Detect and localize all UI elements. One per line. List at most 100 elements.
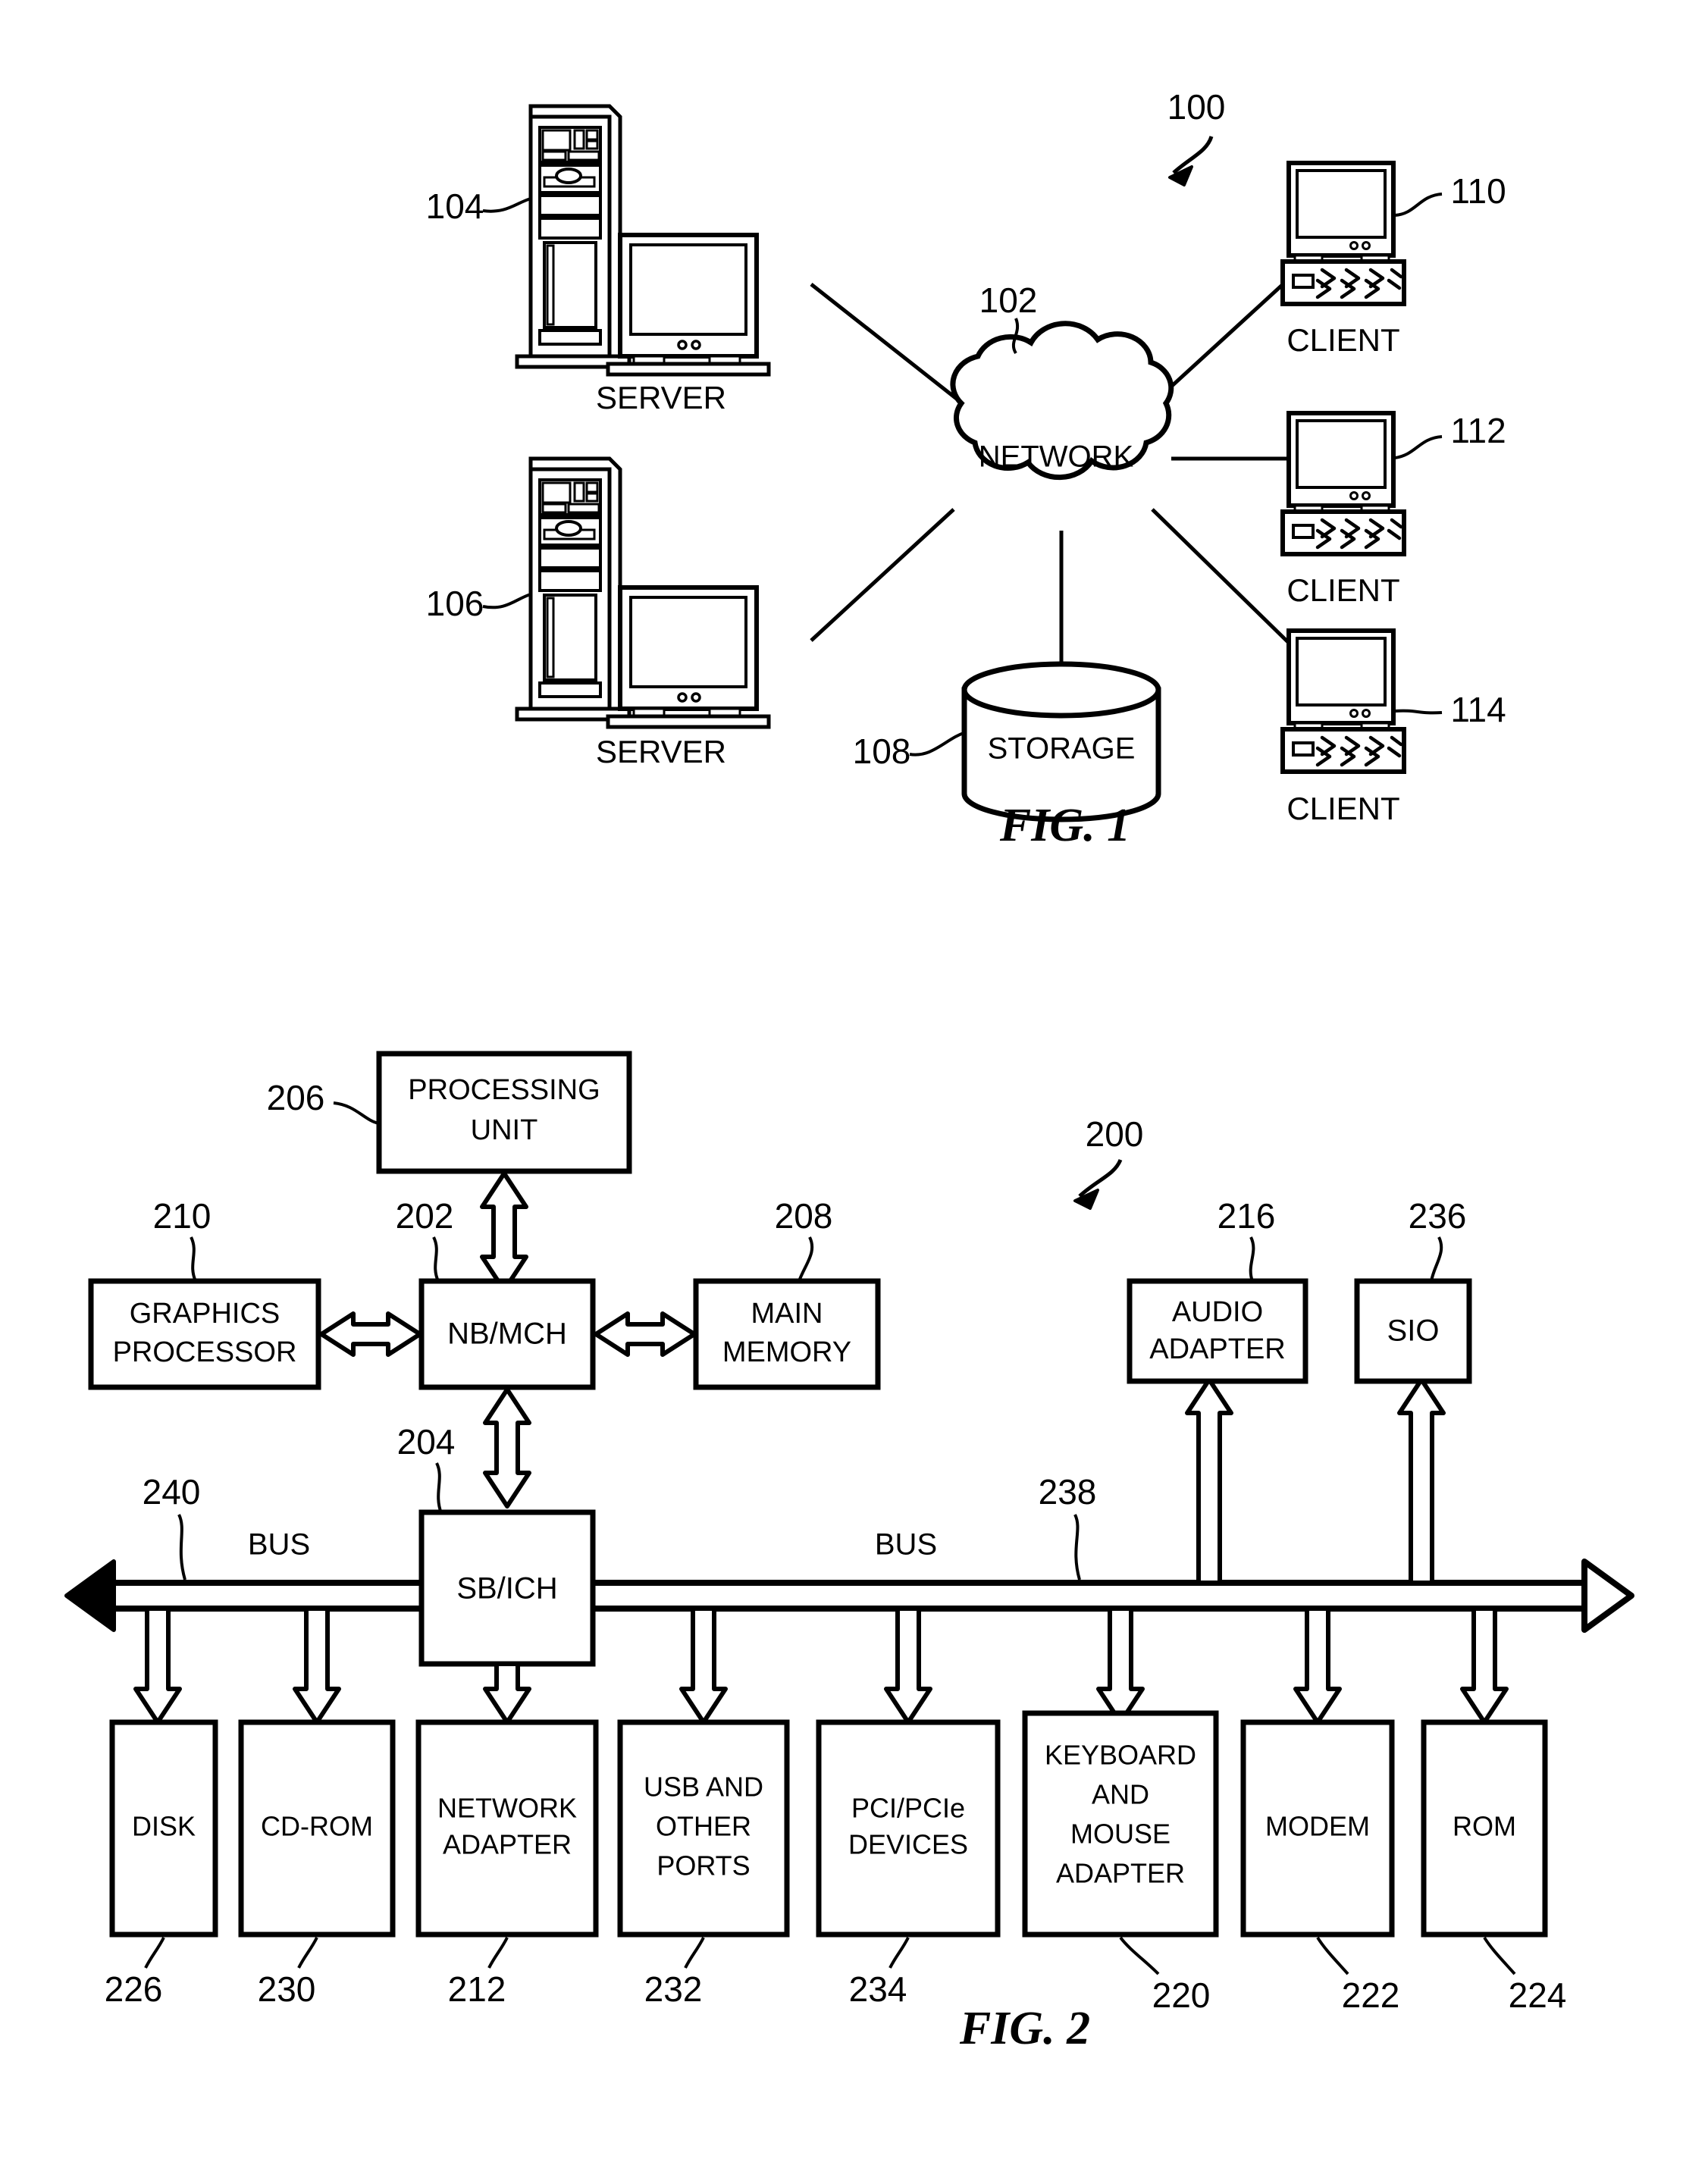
device-ref-network-adapter: 212: [448, 1969, 506, 2009]
storage-label: STORAGE: [988, 732, 1136, 766]
processing-unit-label-line2: UNIT: [471, 1114, 538, 1146]
nb-mch-leader: [432, 1236, 440, 1282]
client-114-leader: [1394, 709, 1443, 715]
figure-1-group: SERVER 104 SERVER 106 NETWORK 102 STORAG…: [426, 87, 1506, 851]
device-label-cdrom: CD-ROM: [261, 1811, 373, 1842]
network-label: NETWORK: [979, 440, 1134, 474]
bus-right-label: BUS: [875, 1528, 937, 1562]
graphics-processor-label-line1: GRAPHICS: [130, 1298, 280, 1330]
device-box-pci-devices: PCI/PCIe DEVICES: [816, 1719, 1001, 1938]
main-memory-ref: 208: [775, 1196, 833, 1236]
network-ref: 102: [979, 280, 1038, 320]
branch-arrow-usb: [679, 1606, 728, 1725]
sio-leader: [1430, 1236, 1443, 1282]
server-106-leader: [482, 593, 531, 609]
graphics-processor-label-line2: PROCESSOR: [113, 1336, 297, 1368]
fig2-system-ref: 200: [1086, 1114, 1144, 1154]
branch-arrow-cdrom: [293, 1606, 341, 1725]
branch-arrow-keyboard: [1096, 1606, 1145, 1725]
client-110-label: CLIENT: [1286, 322, 1399, 358]
storage-ref: 108: [853, 732, 911, 771]
device-label-pci-line1: PCI/PCIe: [851, 1793, 965, 1824]
device-ref-pci: 234: [849, 1969, 907, 2009]
client-112-label: CLIENT: [1286, 572, 1399, 608]
main-memory-label-line2: MEMORY: [722, 1336, 851, 1368]
device-box-cdrom: CD-ROM: [238, 1719, 396, 1938]
device-label-network-adapter-line1: NETWORK: [437, 1793, 577, 1824]
client-110-ref: 110: [1450, 171, 1506, 211]
audio-adapter-box: AUDIO ADAPTER: [1127, 1278, 1308, 1384]
storage-leader: [909, 731, 967, 757]
processing-unit-ref: 206: [267, 1078, 325, 1117]
device-label-keyboard-line1: KEYBOARD: [1045, 1740, 1196, 1771]
arrow-pu-nbmch: [480, 1171, 528, 1292]
network-cloud: NETWORK: [950, 321, 1174, 481]
bus-line: [64, 1559, 1634, 1633]
device-label-pci-line2: DEVICES: [848, 1829, 968, 1860]
server-104-leader: [482, 197, 531, 213]
audio-adapter-label-line2: ADAPTER: [1149, 1333, 1285, 1365]
figure-canvas: SERVER 104 SERVER 106 NETWORK 102 STORAG…: [64, 87, 1634, 2054]
device-label-usb-line2: OTHER: [656, 1811, 751, 1842]
fig1-system-ref-arrow: [1168, 136, 1214, 186]
audio-adapter-label-line1: AUDIO: [1172, 1296, 1263, 1328]
link-network-client110: [1153, 277, 1290, 403]
device-label-rom: ROM: [1453, 1811, 1516, 1842]
figure-2-group: PROCESSING UNIT 206 GRAPHICS PROCESSOR 2…: [64, 1051, 1634, 2054]
device-box-disk: DISK: [109, 1719, 218, 1938]
device-box-network-adapter: NETWORK ADAPTER: [415, 1719, 599, 1938]
arrow-bus-audio: [1185, 1377, 1233, 1585]
link-network-client114: [1151, 508, 1290, 644]
sio-label: SIO: [1387, 1314, 1440, 1348]
bus-branch-arrows: [133, 1606, 1509, 1725]
branch-arrow-rom: [1460, 1606, 1509, 1725]
server-106-label: SERVER: [596, 734, 726, 769]
arrow-bus-sio: [1397, 1377, 1446, 1585]
client-114-ref: 114: [1450, 690, 1506, 729]
audio-adapter-leader: [1249, 1236, 1255, 1282]
graphics-processor-ref: 210: [153, 1196, 212, 1236]
client-112-illustration: [1283, 413, 1404, 554]
server-104-ref: 104: [426, 186, 484, 226]
link-server104-network: [810, 283, 959, 401]
client-112-leader: [1394, 435, 1443, 459]
device-ref-rom: 224: [1509, 1975, 1567, 2015]
sb-ich-box: SB/ICH: [418, 1509, 596, 1667]
audio-adapter-ref: 216: [1218, 1196, 1276, 1236]
client-110-leader: [1394, 193, 1443, 217]
client-110-illustration: [1283, 163, 1404, 304]
graphics-processor-leader: [190, 1236, 197, 1282]
link-server106-network: [810, 508, 955, 642]
device-ref-disk: 226: [105, 1969, 163, 2009]
storage-cylinder: STORAGE: [961, 661, 1161, 822]
bus-left-ref: 240: [143, 1472, 201, 1512]
client-114-illustration: [1283, 631, 1404, 772]
device-ref-usb: 232: [644, 1969, 703, 2009]
device-label-keyboard-line2: AND: [1092, 1779, 1149, 1810]
sb-ich-ref: 204: [397, 1422, 456, 1462]
figure-2-caption: FIG. 2: [959, 2003, 1090, 2054]
bus-right-ref: 238: [1039, 1472, 1097, 1512]
branch-arrow-network-adapter: [483, 1662, 531, 1725]
server-106-illustration: [515, 459, 769, 727]
device-box-keyboard-mouse-adapter: KEYBOARD AND MOUSE ADAPTER: [1022, 1710, 1219, 1938]
server-106-ref: 106: [426, 584, 484, 623]
fig2-system-ref-arrow: [1073, 1158, 1123, 1210]
device-box-modem: MODEM: [1240, 1719, 1395, 1938]
sio-ref: 236: [1409, 1196, 1467, 1236]
bus-right-leader: [1073, 1514, 1081, 1581]
device-box-rom: ROM: [1421, 1719, 1548, 1938]
nb-mch-box: NB/MCH: [418, 1278, 596, 1390]
main-memory-box: MAIN MEMORY: [693, 1278, 881, 1390]
client-112-ref: 112: [1450, 411, 1506, 450]
device-ref-cdrom: 230: [258, 1969, 316, 2009]
main-memory-leader: [798, 1236, 814, 1282]
branch-arrow-disk: [133, 1606, 182, 1725]
device-ref-keyboard: 220: [1152, 1975, 1211, 2015]
device-label-modem: MODEM: [1265, 1811, 1370, 1842]
arrow-nbmch-sbich: [483, 1387, 531, 1509]
figure-1-caption: FIG. 1: [999, 800, 1130, 851]
processing-unit-label-line1: PROCESSING: [408, 1074, 600, 1106]
client-114-label: CLIENT: [1286, 791, 1399, 826]
server-104-illustration: [515, 106, 769, 374]
